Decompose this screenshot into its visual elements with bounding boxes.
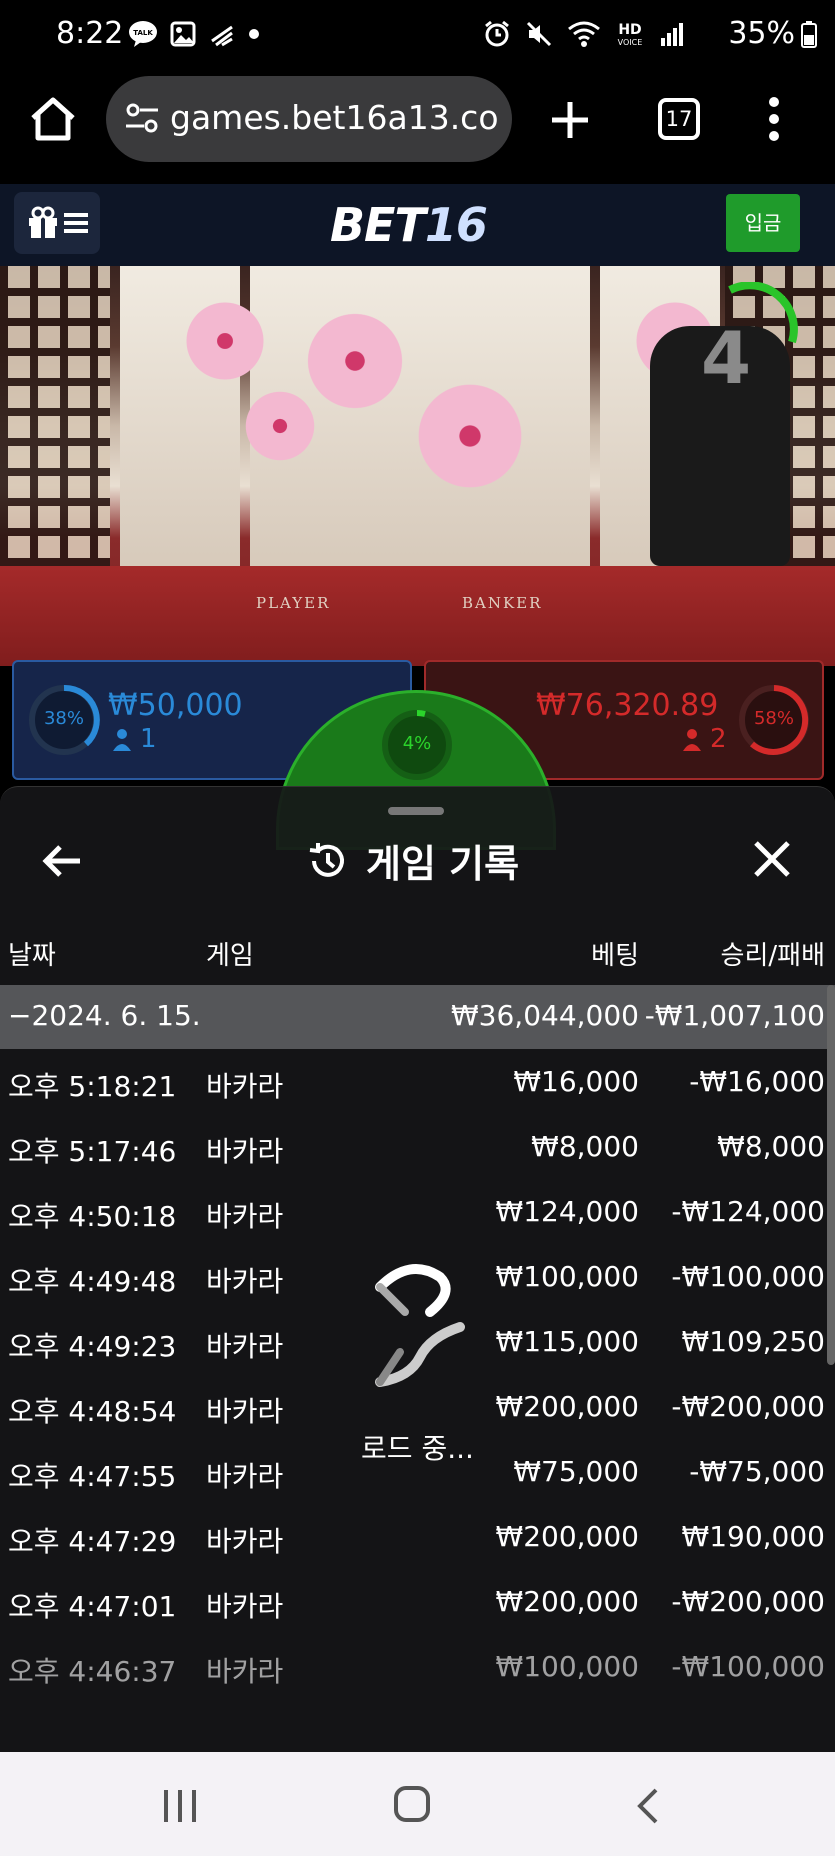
- alarm-icon: [485, 20, 509, 47]
- date-group-total-result: -₩1,007,100: [644, 999, 825, 1032]
- back-nav-icon[interactable]: [634, 1786, 662, 1826]
- header-result[interactable]: 승리/패배: [721, 935, 825, 972]
- svg-text:HD: HD: [618, 22, 641, 38]
- date-group-total-bet: ₩36,044,000: [450, 999, 639, 1032]
- wifi-calling-icon: [211, 25, 233, 47]
- status-bar: 8:22 TALK HD VOICE 35%: [0, 0, 835, 72]
- deposit-button[interactable]: 입금: [726, 194, 800, 252]
- history-row[interactable]: 오후 4:47:29 바카라 ₩200,000 ₩190,000: [0, 1508, 835, 1573]
- site-settings-icon[interactable]: [124, 100, 160, 136]
- gift-menu-button[interactable]: [14, 192, 100, 254]
- hd-voice-icon: HDVOICE: [618, 22, 643, 47]
- more-vert-icon[interactable]: [764, 96, 784, 142]
- gallery-icon: [170, 21, 196, 47]
- loading-spinner-icon: [375, 1264, 465, 1387]
- drag-handle[interactable]: [388, 807, 444, 815]
- person-icon: [683, 729, 701, 751]
- wifi-icon: [568, 21, 600, 47]
- history-row[interactable]: 오후 4:46:37 바카라 ₩100,000 -₩100,000: [0, 1638, 835, 1703]
- player-bet-amount: ₩50,000: [108, 688, 243, 723]
- banker-bet-amount: ₩76,320.89: [536, 688, 719, 723]
- home-nav-button[interactable]: [394, 1786, 430, 1822]
- browser-toolbar: games.bet16a13.com 17: [0, 72, 835, 184]
- url-text[interactable]: games.bet16a13.com: [170, 98, 500, 137]
- home-icon[interactable]: [28, 94, 78, 144]
- dot-icon: [249, 29, 259, 39]
- live-video: PLAYER BANKER 4: [0, 266, 835, 666]
- countdown-number: 4: [700, 316, 752, 400]
- tab-switcher-button[interactable]: 17: [658, 98, 700, 140]
- player-bettor-count: 1: [140, 724, 157, 754]
- banker-bettor-count: 2: [710, 724, 727, 754]
- hamburger-icon: [64, 213, 88, 233]
- modal-title: 게임 기록: [366, 842, 520, 886]
- brand-logo[interactable]: BET16: [330, 198, 488, 252]
- person-icon: [113, 729, 131, 751]
- date-group-label: −2024. 6. 15.: [8, 999, 201, 1032]
- banker-pct: 58%: [753, 708, 794, 729]
- battery-percent: 35%: [728, 16, 795, 51]
- history-icon: [309, 842, 344, 877]
- battery-icon: [801, 20, 817, 48]
- header-game[interactable]: 게임: [206, 935, 254, 972]
- date-group-row[interactable]: −2024. 6. 15. ₩36,044,000 -₩1,007,100: [0, 985, 835, 1049]
- tie-pct: 4%: [402, 733, 432, 754]
- system-nav-bar: [0, 1752, 835, 1856]
- header-bet[interactable]: 베팅: [591, 935, 639, 972]
- svg-text:VOICE: VOICE: [618, 38, 643, 47]
- gift-icon: [29, 206, 57, 238]
- player-pct: 38%: [43, 708, 84, 729]
- site-header: BET16 입금: [0, 184, 835, 266]
- status-time: 8:22: [56, 16, 124, 51]
- signal-icon: [661, 23, 683, 46]
- back-arrow-icon[interactable]: [40, 839, 84, 883]
- history-row[interactable]: 오후 5:17:46 바카라 ₩8,000 ₩8,000: [0, 1118, 835, 1183]
- game-history-modal: 게임 기록 날짜 게임 베팅 승리/패배 −2024. 6. 15. ₩36,0…: [0, 786, 835, 1752]
- new-tab-icon[interactable]: [548, 98, 592, 142]
- loading-text: 로드 중...: [361, 1432, 474, 1465]
- history-row[interactable]: 오후 4:50:18 바카라 ₩124,000 -₩124,000: [0, 1183, 835, 1248]
- mute-icon: [526, 21, 552, 47]
- talk-icon: TALK: [129, 21, 157, 47]
- history-row[interactable]: 오후 4:47:01 바카라 ₩200,000 -₩200,000: [0, 1573, 835, 1638]
- scrollbar[interactable]: [827, 985, 835, 1365]
- history-row[interactable]: 오후 5:18:21 바카라 ₩16,000 -₩16,000: [0, 1053, 835, 1118]
- address-bar[interactable]: games.bet16a13.com: [106, 76, 512, 162]
- close-icon[interactable]: [752, 839, 792, 879]
- header-date[interactable]: 날짜: [8, 935, 56, 972]
- recent-apps-icon[interactable]: [160, 1788, 200, 1824]
- svg-text:TALK: TALK: [133, 29, 153, 37]
